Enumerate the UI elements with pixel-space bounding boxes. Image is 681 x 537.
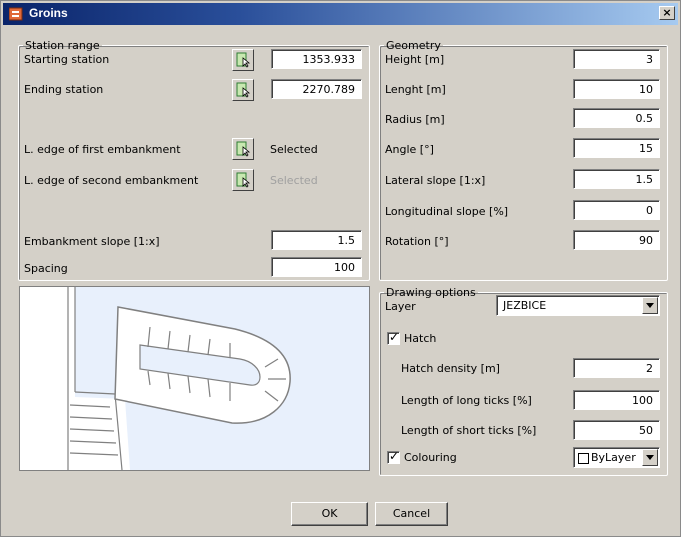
pick-icon (236, 82, 251, 98)
colouring-label: Colouring (404, 451, 457, 464)
station-range-legend: Station range (25, 39, 100, 52)
first-embankment-label: L. edge of first embankment (24, 143, 181, 156)
lateral-slope-label: Lateral slope [1:x] (385, 174, 486, 187)
short-ticks-input[interactable]: 50 (573, 420, 660, 440)
pick-icon (236, 172, 251, 188)
pick-first-embankment-button[interactable] (232, 138, 254, 160)
long-ticks-label: Length of long ticks [%] (401, 394, 532, 407)
spacing-label: Spacing (24, 262, 68, 275)
length-input[interactable]: 10 (573, 79, 660, 99)
groin-drawing (20, 287, 369, 471)
hatch-checkbox[interactable]: ✓ (387, 330, 400, 345)
geometry-legend: Geometry (386, 39, 441, 52)
spacing-input[interactable]: 100 (271, 257, 362, 277)
chevron-down-icon[interactable] (642, 449, 658, 466)
second-embankment-label: L. edge of second embankment (24, 174, 199, 187)
colour-select[interactable]: ByLayer (573, 447, 660, 468)
title-bar[interactable]: Groins × (3, 3, 678, 25)
close-button[interactable]: × (659, 6, 675, 20)
rotation-input[interactable]: 90 (573, 230, 660, 250)
colour-swatch (578, 453, 589, 464)
colour-select-value: ByLayer (591, 451, 636, 464)
checkmark-icon: ✓ (389, 449, 400, 463)
longitudinal-slope-input[interactable]: 0 (573, 200, 660, 220)
layer-label: Layer (385, 300, 416, 313)
starting-station-label: Starting station (24, 53, 110, 66)
ok-button[interactable]: OK (291, 502, 368, 526)
ending-station-input[interactable]: 2270.789 (271, 79, 362, 99)
pick-ending-station-button[interactable] (232, 79, 254, 101)
pick-icon (236, 141, 251, 157)
layer-select-value: JEZBICE (503, 299, 547, 312)
radius-input[interactable]: 0.5 (573, 108, 660, 128)
second-embankment-status: Selected (270, 174, 318, 187)
layer-select[interactable]: JEZBICE (496, 295, 660, 316)
app-icon (9, 7, 23, 21)
checkmark-icon: ✓ (389, 330, 400, 344)
groins-dialog: Groins × Station range Starting station … (0, 0, 681, 537)
colouring-checkbox[interactable]: ✓ (387, 449, 400, 464)
angle-label: Angle [°] (385, 143, 434, 156)
height-input[interactable]: 3 (573, 49, 660, 69)
embankment-slope-label: Embankment slope [1:x] (24, 235, 160, 248)
embankment-slope-input[interactable]: 1.5 (271, 230, 362, 250)
radius-label: Radius [m] (385, 113, 445, 126)
window-title: Groins (29, 6, 68, 20)
short-ticks-label: Length of short ticks [%] (401, 424, 537, 437)
hatch-label: Hatch (404, 332, 437, 345)
chevron-down-icon[interactable] (642, 297, 658, 314)
cancel-button[interactable]: Cancel (375, 502, 448, 526)
pick-starting-station-button[interactable] (232, 49, 254, 71)
starting-station-input[interactable]: 1353.933 (271, 49, 362, 69)
hatch-density-input[interactable]: 2 (573, 358, 660, 378)
pick-second-embankment-button[interactable] (232, 169, 254, 191)
angle-input[interactable]: 15 (573, 138, 660, 158)
groin-preview (19, 286, 370, 471)
hatch-density-label: Hatch density [m] (401, 362, 500, 375)
long-ticks-input[interactable]: 100 (573, 390, 660, 410)
first-embankment-status: Selected (270, 143, 318, 156)
drawing-options-legend: Drawing options (386, 286, 476, 299)
height-label: Height [m] (385, 53, 445, 66)
length-label: Lenght [m] (385, 83, 446, 96)
ending-station-label: Ending station (24, 83, 104, 96)
longitudinal-slope-label: Longitudinal slope [%] (385, 205, 509, 218)
rotation-label: Rotation [°] (385, 235, 449, 248)
pick-icon (236, 52, 251, 68)
lateral-slope-input[interactable]: 1.5 (573, 169, 660, 189)
